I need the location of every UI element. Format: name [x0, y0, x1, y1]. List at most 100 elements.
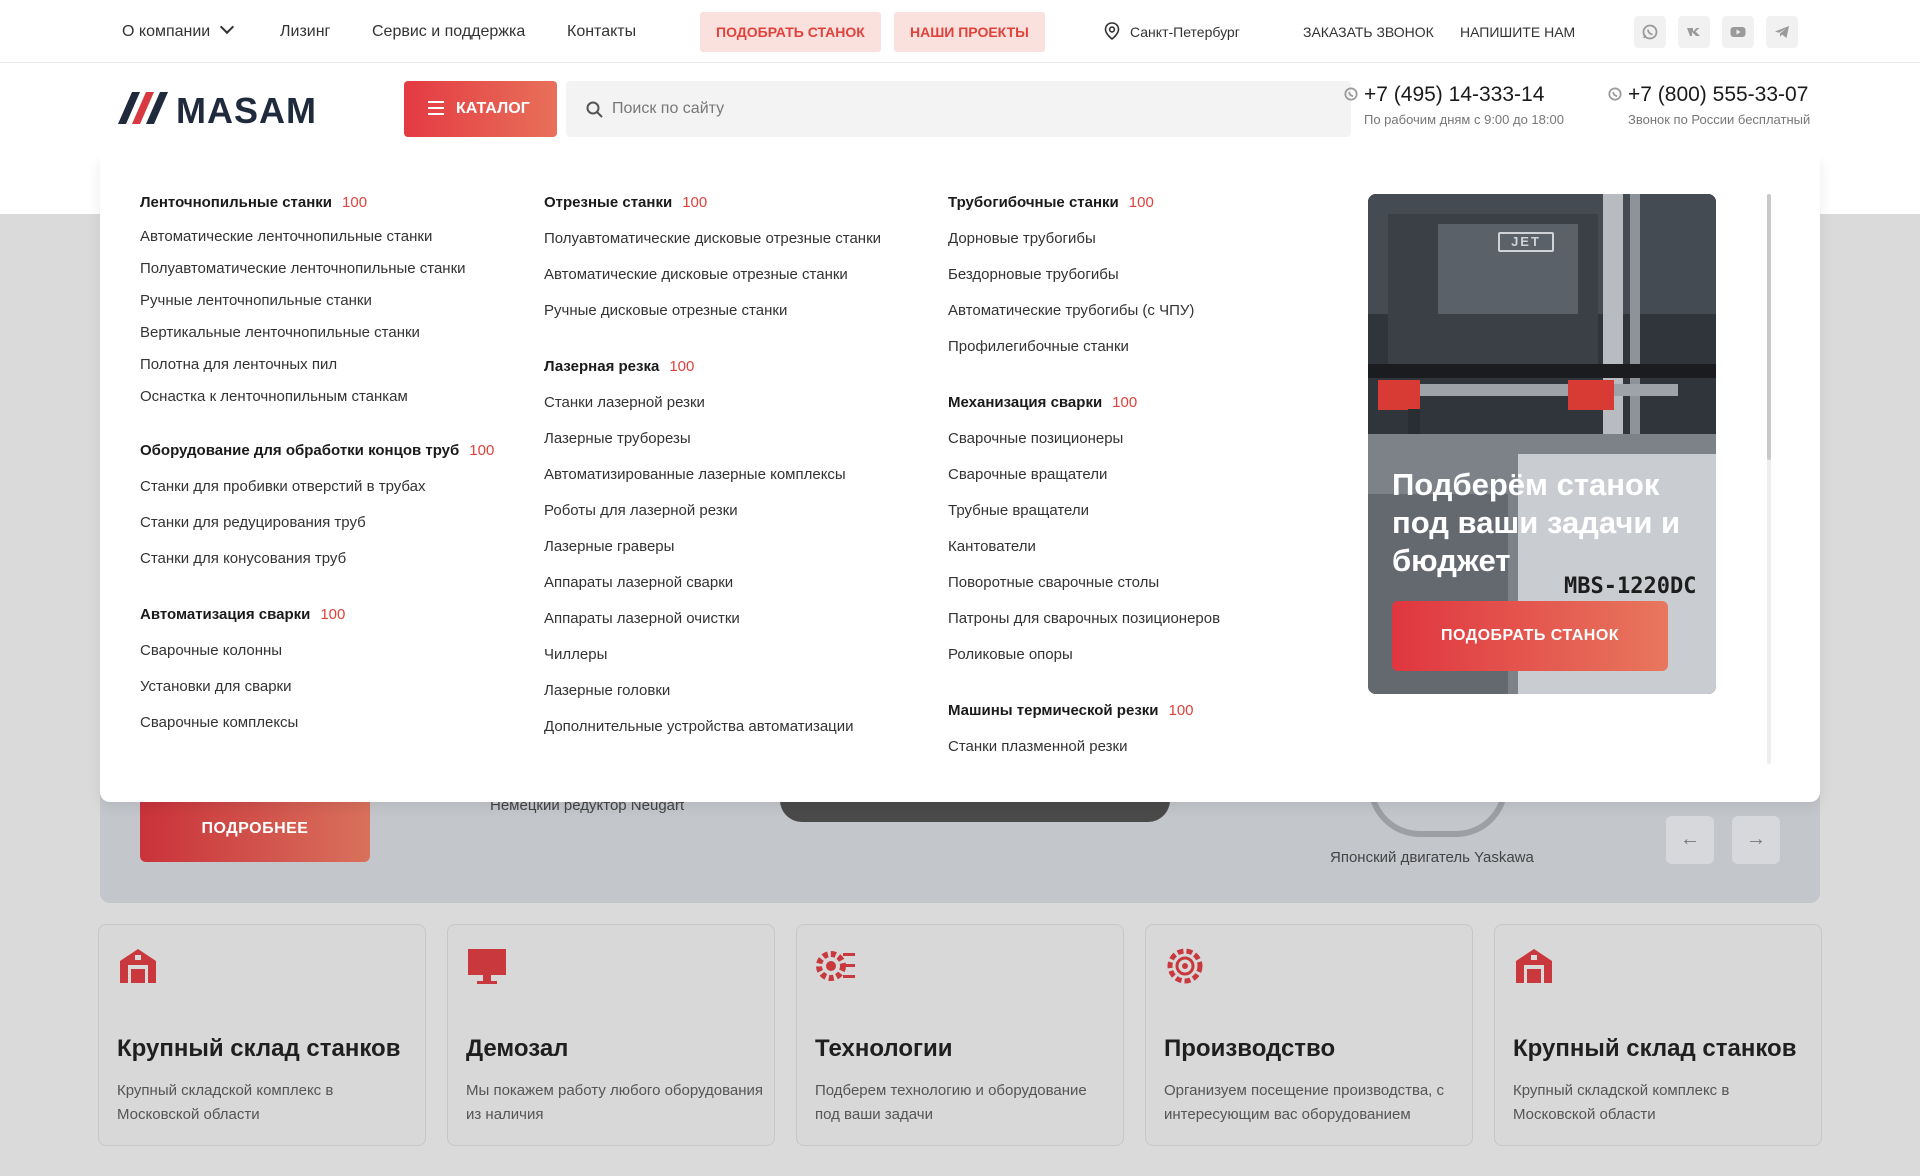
hero-more-button[interactable]: ПОДРОБНЕЕ: [140, 796, 370, 862]
order-call-link[interactable]: ЗАКАЗАТЬ ЗВОНОК: [1303, 24, 1434, 40]
feature-title: Демозал: [466, 1035, 569, 1062]
feature-card-warehouse[interactable]: Крупный склад станков Крупный складской …: [98, 924, 426, 1146]
catalog-link[interactable]: Полотна для ленточных пил: [140, 349, 494, 381]
catalog-group-title[interactable]: Лазерная резка 100: [544, 357, 881, 377]
catalog-link[interactable]: Бездорновые трубогибы: [948, 257, 1220, 293]
catalog-link[interactable]: Станки для конусования труб: [140, 541, 494, 577]
catalog-link[interactable]: Роботы для лазерной резки: [544, 493, 881, 529]
search-icon[interactable]: [586, 101, 603, 118]
catalog-link[interactable]: Оснастка к ленточнопильным станкам: [140, 381, 494, 413]
catalog-link[interactable]: Вертикальные ленточнопильные станки: [140, 317, 494, 349]
gear-tech-icon: [815, 945, 857, 992]
catalog-group-title[interactable]: Механизация сварки 100: [948, 393, 1220, 413]
whatsapp-link[interactable]: [1634, 16, 1666, 48]
feature-card-production[interactable]: Производство Организуем посещение произв…: [1145, 924, 1473, 1146]
catalog-group-title[interactable]: Ленточнопильные станки 100: [140, 193, 494, 213]
catalog-link[interactable]: Станки для редуцирования труб: [140, 505, 494, 541]
telegram-link[interactable]: [1766, 16, 1798, 48]
catalog-group-label: Автоматизация сварки: [140, 606, 311, 623]
pick-machine-button[interactable]: ПОДОБРАТЬ СТАНОК: [700, 12, 881, 52]
catalog-link[interactable]: Автоматические ленточнопильные станки: [140, 221, 494, 253]
catalog-link[interactable]: Станки для пробивки отверстий в трубах: [140, 469, 494, 505]
catalog-link[interactable]: Сварочные комплексы: [140, 705, 494, 741]
feature-card-demo[interactable]: Демозал Мы покажем работу любого оборудо…: [447, 924, 775, 1146]
catalog-link[interactable]: Полуавтоматические ленточнопильные станк…: [140, 253, 494, 285]
youtube-link[interactable]: [1722, 16, 1754, 48]
search-input[interactable]: [612, 81, 1312, 137]
catalog-link[interactable]: Профилегибочные станки: [948, 329, 1220, 365]
catalog-link[interactable]: Чиллеры: [544, 637, 881, 673]
catalog-link[interactable]: Установки для сварки: [140, 669, 494, 705]
catalog-link[interactable]: Ручные дисковые отрезные станки: [544, 293, 881, 329]
catalog-link[interactable]: Станки плазменной резки: [948, 729, 1220, 765]
chevron-down-icon: [220, 19, 235, 35]
catalog-link[interactable]: Сварочные позиционеры: [948, 421, 1220, 457]
catalog-link[interactable]: Лазерные головки: [544, 673, 881, 709]
warehouse-icon: [117, 945, 159, 992]
catalog-group-title[interactable]: Машины термической резки 100: [948, 701, 1220, 721]
catalog-link[interactable]: Ручные ленточнопильные станки: [140, 285, 494, 317]
catalog-group: Оборудование для обработки концов труб 10…: [140, 441, 494, 577]
catalog-group-title[interactable]: Отрезные станки 100: [544, 193, 881, 213]
catalog-group-count: 100: [320, 606, 346, 623]
logo[interactable]: MASAM: [118, 88, 316, 131]
catalog-group-title[interactable]: Оборудование для обработки концов труб 10…: [140, 441, 494, 461]
feature-card-warehouse-2[interactable]: Крупный склад станков Крупный складской …: [1494, 924, 1822, 1146]
our-projects-button[interactable]: НАШИ ПРОЕКТЫ: [894, 12, 1045, 52]
catalog-group-label: Машины термической резки: [948, 702, 1159, 719]
nav-service[interactable]: Сервис и поддержка: [372, 23, 525, 41]
catalog-group-label: Ленточнопильные станки: [140, 194, 333, 211]
catalog-link[interactable]: Кантователи: [948, 529, 1220, 565]
catalog-link[interactable]: Сварочные вращатели: [948, 457, 1220, 493]
catalog-link[interactable]: Роликовые опоры: [948, 637, 1220, 673]
catalog-group-count: 100: [1168, 702, 1194, 719]
logo-mark-icon: [118, 92, 168, 124]
phone-moscow[interactable]: +7 (495) 14-333-14 По рабочим дням с 9:0…: [1344, 83, 1564, 127]
slider-next-button[interactable]: →: [1732, 816, 1780, 864]
catalog-link[interactable]: Патроны для сварочных позиционеров: [948, 601, 1220, 637]
catalog-link[interactable]: Станки лазерной резки: [544, 385, 881, 421]
top-bar: О компании Лизинг Сервис и поддержка Кон…: [0, 0, 1920, 63]
catalog-link[interactable]: Лазерные труборезы: [544, 421, 881, 457]
catalog-link[interactable]: Автоматические трубогибы (с ЧПУ): [948, 293, 1220, 329]
logo-text: MASAM: [176, 90, 317, 131]
catalog-link[interactable]: Дополнительные устройства автоматизации: [544, 709, 881, 745]
catalog-group-title[interactable]: Автоматизация сварки 100: [140, 605, 494, 625]
nav-leasing[interactable]: Лизинг: [280, 23, 330, 41]
menu-scrollbar-thumb[interactable]: [1767, 194, 1771, 460]
feature-card-tech[interactable]: Технологии Подберем технологию и оборудо…: [796, 924, 1124, 1146]
phone-note: Звонок по России бесплатный: [1628, 112, 1811, 127]
write-us-link[interactable]: НАПИШИТЕ НАМ: [1460, 24, 1575, 40]
catalog-group-title[interactable]: Трубогибочные станки 100: [948, 193, 1220, 213]
catalog-link[interactable]: Лазерные граверы: [544, 529, 881, 565]
catalog-link[interactable]: Автоматические дисковые отрезные станки: [544, 257, 881, 293]
nav-contacts[interactable]: Контакты: [567, 23, 636, 41]
promo-pick-machine-button[interactable]: ПОДОБРАТЬ СТАНОК: [1392, 601, 1668, 671]
feature-title: Крупный склад станков: [117, 1035, 401, 1062]
menu-scrollbar[interactable]: [1767, 194, 1771, 764]
slider-prev-button[interactable]: ←: [1666, 816, 1714, 864]
warehouse-icon: [1513, 945, 1555, 992]
feature-text: Подберем технологию и оборудование под в…: [815, 1082, 1087, 1123]
search-box: [566, 81, 1351, 137]
catalog-link[interactable]: Полуавтоматические дисковые отрезные ста…: [544, 221, 881, 257]
phone-russia[interactable]: +7 (800) 555-33-07 Звонок по России бесп…: [1608, 83, 1811, 127]
telegram-icon: [1775, 26, 1789, 38]
city-selector[interactable]: Санкт-Петербург: [1130, 24, 1240, 40]
catalog-group-count: 100: [1128, 194, 1154, 211]
catalog-link[interactable]: Аппараты лазерной сварки: [544, 565, 881, 601]
catalog-link[interactable]: Дорновые трубогибы: [948, 221, 1220, 257]
catalog-link[interactable]: Аппараты лазерной очистки: [544, 601, 881, 637]
hero-caption-motor: Японский двигатель Yaskawa: [1330, 849, 1534, 866]
catalog-link[interactable]: Поворотные сварочные столы: [948, 565, 1220, 601]
catalog-link[interactable]: Автоматизированные лазерные комплексы: [544, 457, 881, 493]
vk-icon: [1687, 28, 1700, 36]
nav-about[interactable]: О компании: [122, 19, 235, 41]
feature-text: Мы покажем работу любого оборудования из…: [466, 1082, 764, 1123]
vk-link[interactable]: [1678, 16, 1710, 48]
catalog-group-count: 100: [342, 194, 368, 211]
header: MASAM КАТАЛОГ +7 (495) 14-333-14 По рабо…: [0, 63, 1920, 157]
catalog-link[interactable]: Сварочные колонны: [140, 633, 494, 669]
catalog-link[interactable]: Трубные вращатели: [948, 493, 1220, 529]
catalog-button[interactable]: КАТАЛОГ: [404, 81, 557, 137]
